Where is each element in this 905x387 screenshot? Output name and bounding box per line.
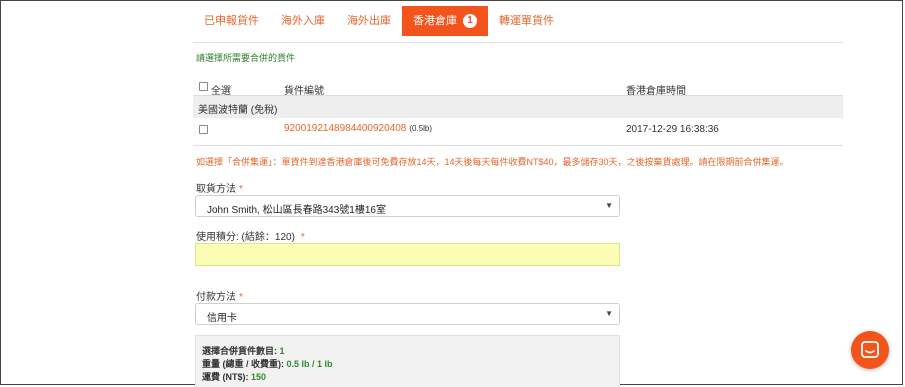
warehouse-time: 2017-12-29 16:38:36	[626, 124, 719, 135]
summary-weight-label: 重量 (總重 / 收費重):	[202, 359, 287, 369]
payment-method-select[interactable]: 信用卡 ▼	[195, 303, 620, 325]
summary-fee-label: 運費 (NT$):	[202, 372, 251, 382]
tab-overseas-outbound[interactable]: 海外出庫	[336, 6, 402, 36]
payment-label: 付款方法 *	[196, 288, 243, 303]
storage-warning: 如選擇「合併集運」：單貨件到達香港倉庫後可免費存放14天，14天後每天每件收費N…	[196, 157, 789, 167]
tab-transfer-shipments[interactable]: 轉運單貨件	[488, 6, 565, 36]
tab-bar: 已申報貨件 海外入庫 海外出庫 香港倉庫 1 轉運單貨件	[193, 6, 565, 36]
pickup-label: 取貨方法 *	[196, 180, 243, 195]
table-row: 9200192148984400920408 (0.5lb)	[284, 123, 432, 134]
summary-box: 選擇合併貨件數目: 1 重量 (總重 / 收費重): 0.5 lb / 1 lb…	[195, 335, 620, 387]
summary-fee-value: 150	[251, 372, 267, 382]
group-label: 美國波特蘭 (免稅)	[198, 105, 278, 116]
summary-fee: 運費 (NT$): 150	[202, 370, 266, 383]
required-mark: *	[239, 184, 243, 195]
select-all-checkbox[interactable]	[199, 82, 208, 91]
tab-declared-shipments[interactable]: 已申報貨件	[193, 6, 270, 36]
instruction-text: 請選擇所需要合併的貨件	[196, 53, 296, 63]
payment-method-value: 信用卡	[207, 313, 237, 324]
summary-weight: 重量 (總重 / 收費重): 0.5 lb / 1 lb	[202, 357, 333, 370]
required-mark: *	[239, 292, 243, 303]
group-row: 美國波特蘭 (免稅)	[193, 96, 843, 118]
tab-label: 海外入庫	[281, 15, 325, 27]
chat-icon	[861, 341, 879, 358]
payment-label-text: 付款方法	[196, 292, 236, 303]
row-checkbox[interactable]	[199, 125, 208, 134]
points-input[interactable]	[195, 243, 620, 266]
summary-count-label: 選擇合併貨件數目:	[202, 346, 280, 356]
pickup-method-value: John Smith, 松山區長春路343號1樓16室	[207, 205, 386, 216]
tracking-number-link[interactable]: 9200192148984400920408	[284, 123, 406, 134]
count-badge: 1	[463, 14, 477, 28]
pickup-label-text: 取貨方法	[196, 184, 236, 195]
shipment-weight: (0.5lb)	[409, 124, 433, 133]
caret-down-icon: ▼	[605, 309, 613, 318]
tab-label: 轉運單貨件	[499, 15, 554, 27]
tab-label: 海外出庫	[347, 15, 391, 27]
tab-label: 香港倉庫	[413, 15, 457, 27]
summary-count: 選擇合併貨件數目: 1	[202, 344, 285, 357]
tab-divider	[193, 42, 843, 43]
points-label-text: 使用積分: (結餘：120)	[196, 232, 295, 243]
chat-launcher-button[interactable]	[851, 331, 889, 369]
summary-weight-value: 0.5 lb / 1 lb	[286, 359, 333, 369]
tab-hk-warehouse[interactable]: 香港倉庫 1	[402, 6, 488, 36]
caret-down-icon: ▼	[605, 201, 613, 210]
row-divider	[193, 145, 843, 146]
tab-overseas-inbound[interactable]: 海外入庫	[270, 6, 336, 36]
required-mark: *	[300, 232, 305, 243]
pickup-method-select[interactable]: John Smith, 松山區長春路343號1樓16室 ▼	[195, 195, 620, 217]
summary-count-value: 1	[279, 346, 285, 356]
points-label: 使用積分: (結餘：120) *	[196, 228, 305, 243]
tab-label: 已申報貨件	[204, 15, 259, 27]
window-frame	[0, 0, 903, 385]
